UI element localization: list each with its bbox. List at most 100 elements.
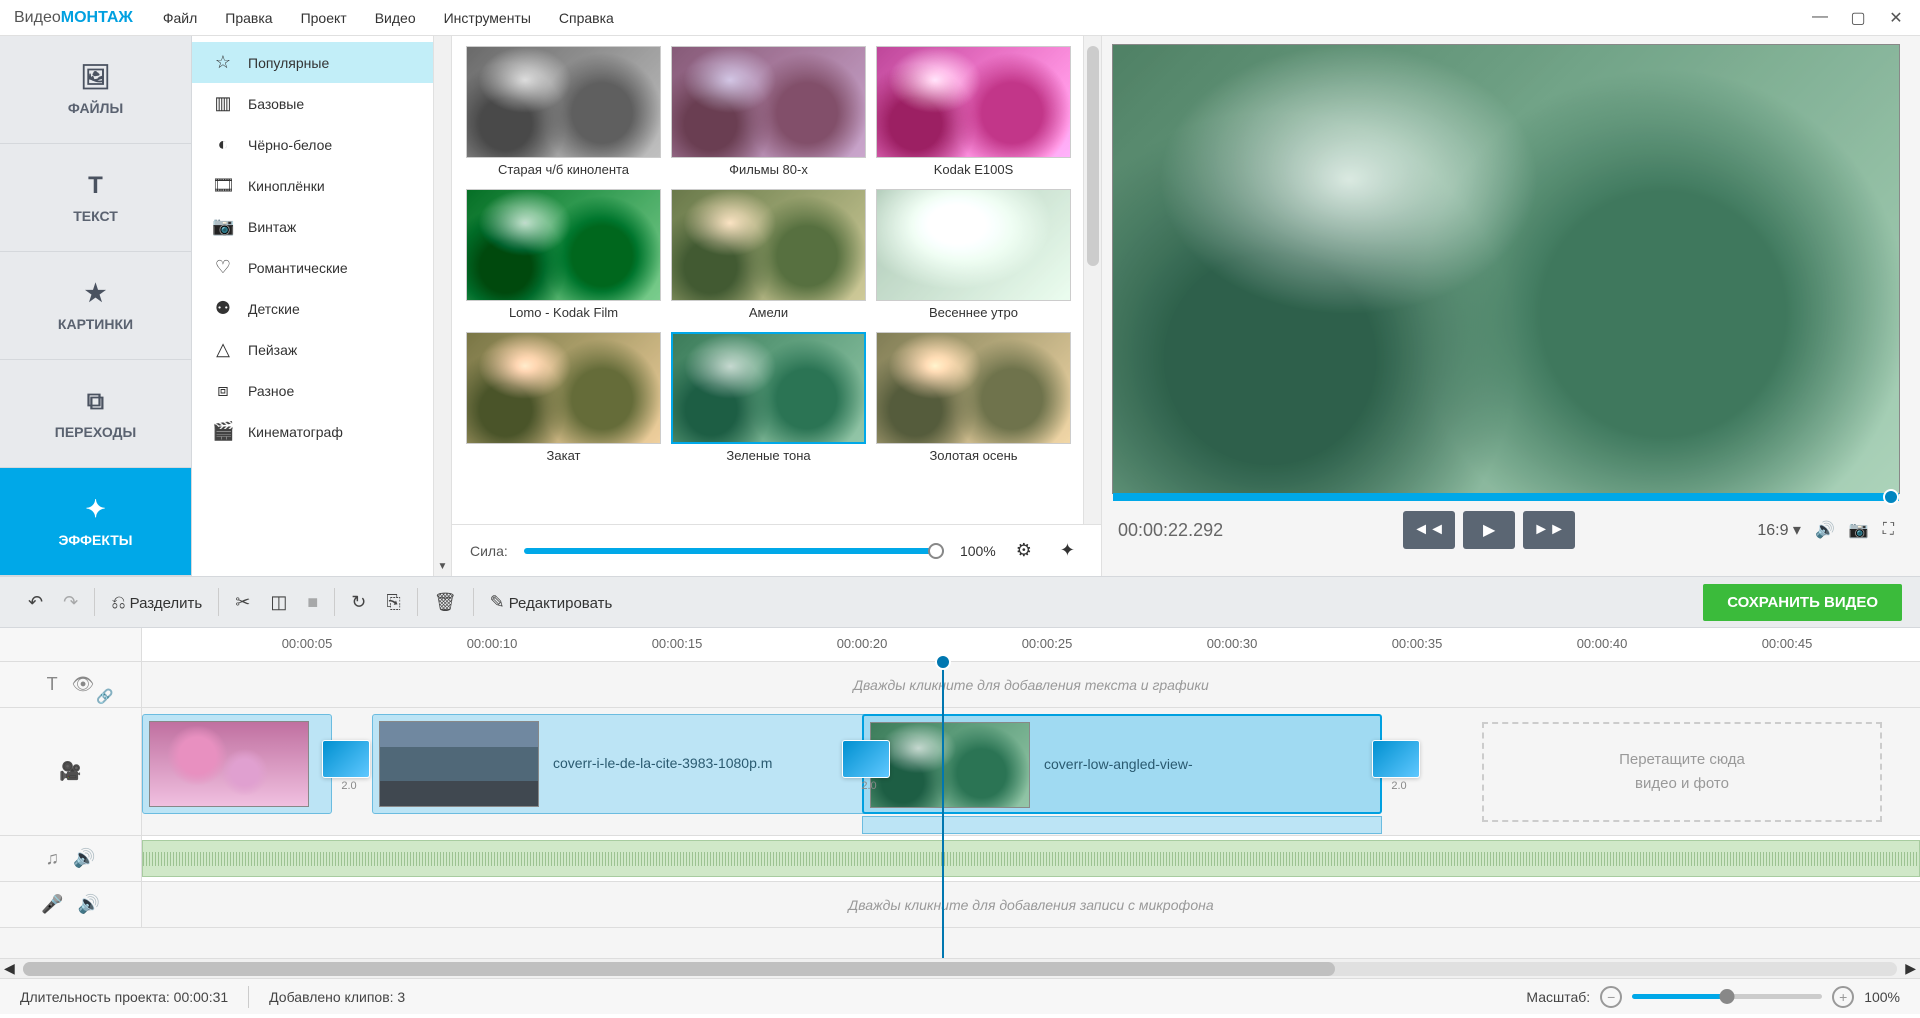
menu-project[interactable]: Проект (301, 10, 347, 26)
brush-icon[interactable]: ✦ (1052, 536, 1083, 565)
copy-button[interactable]: ⎘ (376, 586, 410, 619)
category-scrollbar[interactable]: ▼ (433, 36, 451, 576)
prev-frame-button[interactable]: ◄◄ (1403, 511, 1455, 549)
category-popular[interactable]: ☆Популярные (192, 42, 451, 83)
effect-item-selected[interactable]: Зеленые тона (671, 332, 866, 467)
track-video[interactable]: 🎥 coverr-i-le-de-la-cite-3983-1080p.m co… (0, 708, 1920, 836)
category-kids[interactable]: ⚉Детские (192, 288, 451, 329)
zoom-out-button[interactable]: − (1600, 986, 1622, 1008)
filmstrip-icon: 🎞 (212, 175, 234, 196)
transition[interactable]: 2.0 (322, 740, 376, 794)
menu-edit[interactable]: Правка (225, 10, 272, 26)
timeline-scrollbar[interactable]: ◀ ▶ (0, 958, 1920, 978)
category-cinema[interactable]: 🎬Кинематограф (192, 411, 451, 452)
stop-button[interactable]: ■ (297, 586, 328, 619)
effect-item[interactable]: Kodak E100S (876, 46, 1071, 181)
save-video-button[interactable]: СОХРАНИТЬ ВИДЕО (1703, 584, 1902, 621)
effect-item[interactable]: Фильмы 80-х (671, 46, 866, 181)
delete-button[interactable]: 🗑 (424, 586, 467, 619)
track-microphone[interactable]: 🎤🔊 Дважды кликните для добавления записи… (0, 882, 1920, 928)
image-icon: 🖼 (80, 63, 110, 92)
zoom-slider[interactable] (1632, 994, 1822, 999)
aspect-ratio-selector[interactable]: 16:9 ▾ (1757, 520, 1801, 540)
tab-pictures[interactable]: ★КАРТИНКИ (0, 252, 191, 360)
magic-wand-icon: ✦ (85, 495, 105, 524)
project-duration-value: 00:00:31 (174, 989, 229, 1005)
timeline-ruler[interactable]: 00:00:05 00:00:10 00:00:15 00:00:20 00:0… (0, 628, 1920, 662)
effect-item[interactable]: Весеннее утро (876, 189, 1071, 324)
video-clip-selected[interactable]: coverr-low-angled-view- (862, 714, 1382, 814)
fullscreen-icon[interactable]: ⛶ (1883, 521, 1894, 539)
preview-progress[interactable] (1113, 493, 1899, 501)
effects-scrollbar[interactable] (1083, 36, 1101, 524)
effect-item[interactable]: Закат (466, 332, 661, 467)
edit-button[interactable]: ✎Редактировать (480, 586, 623, 619)
tab-text[interactable]: TТЕКСТ (0, 144, 191, 252)
tab-files[interactable]: 🖼ФАЙЛЫ (0, 36, 191, 144)
minimize-button[interactable]: — (1810, 8, 1830, 28)
snapshot-icon[interactable]: 📷 (1849, 520, 1869, 540)
effect-item[interactable]: Старая ч/б кинолента (466, 46, 661, 181)
menu-file[interactable]: Файл (163, 10, 197, 26)
preview-viewport (1112, 44, 1900, 494)
left-tool-sidebar: 🖼ФАЙЛЫ TТЕКСТ ★КАРТИНКИ ⧉ПЕРЕХОДЫ ✦ЭФФЕК… (0, 36, 192, 576)
menu-help[interactable]: Справка (559, 10, 614, 26)
track-audio[interactable]: ♫🔊 (0, 836, 1920, 882)
volume-icon[interactable]: 🔊 (1815, 520, 1835, 540)
undo-button[interactable]: ↶ (18, 586, 53, 619)
speaker-icon[interactable]: 🔊 (73, 848, 95, 869)
transition[interactable]: 2.0 (1372, 740, 1426, 794)
category-romantic[interactable]: ♡Романтические (192, 247, 451, 288)
star-icon: ☆ (212, 52, 234, 73)
category-film[interactable]: 🎞Киноплёнки (192, 165, 451, 206)
squares-icon: ⧈ (212, 380, 234, 401)
category-misc[interactable]: ⧈Разное (192, 370, 451, 411)
effect-item[interactable]: Lomo - Kodak Film (466, 189, 661, 324)
effect-category-list: ☆Популярные ▥Базовые ◐Чёрно-белое 🎞Киноп… (192, 36, 452, 576)
eye-icon[interactable]: 👁 (72, 674, 95, 695)
video-clip[interactable]: coverr-i-le-de-la-cite-3983-1080p.m (372, 714, 922, 814)
rotate-button[interactable]: ↻ (341, 586, 376, 619)
contrast-icon: ◐ (212, 134, 234, 155)
maximize-button[interactable]: ▢ (1848, 8, 1868, 28)
play-button[interactable]: ▶ (1463, 511, 1515, 549)
scroll-right-icon[interactable]: ▶ (1905, 960, 1916, 977)
effect-strip[interactable] (862, 816, 1382, 834)
zoom-value: 100% (1864, 989, 1900, 1005)
zoom-in-button[interactable]: + (1832, 986, 1854, 1008)
settings-icon[interactable]: ⚙ (1008, 536, 1040, 565)
speaker-icon[interactable]: 🔊 (78, 894, 100, 915)
tab-transitions[interactable]: ⧉ПЕРЕХОДЫ (0, 360, 191, 468)
music-track-icon: ♫ (46, 848, 60, 869)
video-dropzone[interactable]: Перетащите сюда видео и фото (1482, 722, 1882, 822)
menu-video[interactable]: Видео (375, 10, 416, 26)
video-clip[interactable] (142, 714, 332, 814)
mountain-icon: △ (212, 339, 234, 360)
close-button[interactable]: ✕ (1886, 8, 1906, 28)
category-landscape[interactable]: △Пейзаж (192, 329, 451, 370)
crop-button[interactable]: ◫ (260, 586, 297, 619)
link-icon[interactable]: 🔗 (96, 688, 113, 705)
category-basic[interactable]: ▥Базовые (192, 83, 451, 124)
text-icon: T (88, 172, 103, 200)
cut-button[interactable]: ✂ (225, 586, 260, 619)
transition[interactable]: 2.0 (842, 740, 896, 794)
effect-item[interactable]: Амели (671, 189, 866, 324)
app-logo: ВидеоМОНТАЖ (14, 9, 133, 27)
layers-icon: ⧉ (87, 388, 104, 416)
tab-effects[interactable]: ✦ЭФФЕКТЫ (0, 468, 191, 576)
timeline-toolbar: ↶ ↷ ⎌Разделить ✂ ◫ ■ ↻ ⎘ 🗑 ✎Редактироват… (0, 576, 1920, 628)
menu-tools[interactable]: Инструменты (444, 10, 531, 26)
effect-item[interactable]: Золотая осень (876, 332, 1071, 467)
category-vintage[interactable]: 📷Винтаж (192, 206, 451, 247)
split-button[interactable]: ⎌Разделить (101, 586, 212, 619)
heart-icon: ♡ (212, 257, 234, 278)
scroll-left-icon[interactable]: ◀ (4, 960, 15, 977)
track-text[interactable]: T👁🔗 Дважды кликните для добавления текст… (0, 662, 1920, 708)
category-bw[interactable]: ◐Чёрно-белое (192, 124, 451, 165)
strength-slider[interactable] (524, 548, 944, 554)
audio-waveform[interactable] (142, 840, 1920, 877)
next-frame-button[interactable]: ►► (1523, 511, 1575, 549)
grid-icon: ▥ (212, 93, 234, 114)
redo-button[interactable]: ↷ (53, 586, 88, 619)
